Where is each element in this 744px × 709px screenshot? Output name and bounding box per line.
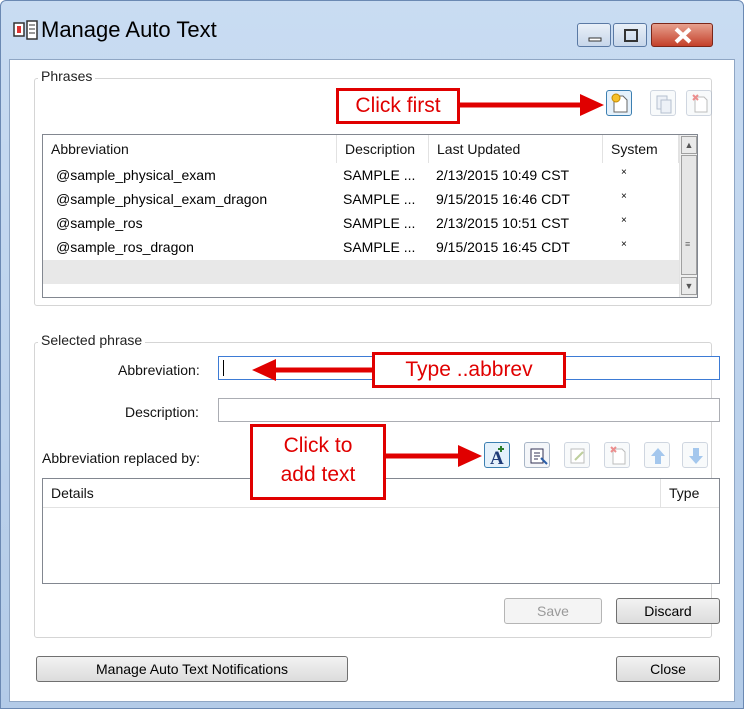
table-row[interactable]: @sample_physical_exam SAMPLE ... 2/13/20… [43, 164, 679, 188]
column-header-description[interactable]: Description [337, 135, 429, 163]
new-document-icon [611, 93, 628, 113]
minimize-button[interactable] [577, 23, 611, 47]
table-row-empty[interactable] [43, 260, 679, 284]
cell-system: × [621, 215, 627, 226]
cell-abbreviation: @sample_ros [56, 215, 143, 231]
discard-button[interactable]: Discard [616, 598, 720, 624]
cell-system: × [621, 167, 627, 178]
callout-click-to-add-text: Click to add text [250, 424, 386, 500]
chevron-up-icon: ▲ [684, 140, 694, 150]
vertical-scrollbar[interactable]: ▲ ≡ ▼ [679, 135, 697, 297]
table-row[interactable]: @sample_physical_exam_dragon SAMPLE ... … [43, 188, 679, 212]
phrases-group-label: Phrases [38, 68, 96, 84]
arrow-down-icon [689, 448, 703, 464]
delete-document-icon [692, 94, 708, 113]
add-field-icon [530, 448, 548, 465]
new-phrase-button[interactable] [606, 90, 632, 116]
close-button[interactable]: Close [616, 656, 720, 682]
callout-click-first: Click first [336, 88, 460, 124]
scroll-up-button[interactable]: ▲ [681, 136, 697, 154]
delete-item-button[interactable] [604, 442, 630, 468]
app-icon [13, 20, 38, 40]
cell-last-updated: 2/13/2015 10:49 CST [436, 167, 570, 183]
abbreviation-label: Abbreviation: [118, 362, 200, 378]
column-header-system[interactable]: System [603, 135, 679, 163]
cell-system: × [621, 239, 627, 250]
title-bar[interactable]: Manage Auto Text [1, 1, 743, 63]
edit-icon [570, 448, 585, 464]
dialog-body: Phrases Abbreviation Description Last Up… [9, 59, 735, 702]
column-header-type[interactable]: Type [661, 479, 719, 507]
table-row[interactable]: @sample_ros_dragon SAMPLE ... 9/15/2015 … [43, 236, 679, 260]
cell-abbreviation: @sample_physical_exam [56, 167, 216, 183]
column-header-abbreviation[interactable]: Abbreviation [43, 135, 337, 163]
cell-abbreviation: @sample_ros_dragon [56, 239, 194, 255]
replaced-by-label: Abbreviation replaced by: [42, 450, 200, 466]
manage-auto-text-window: Manage Auto Text Phrases Abbreviation De… [0, 0, 744, 709]
scrollbar-thumb[interactable]: ≡ [681, 155, 697, 275]
maximize-button[interactable] [613, 23, 647, 47]
cell-description: SAMPLE ... [343, 167, 416, 183]
grip-icon: ≡ [685, 239, 691, 249]
maximize-icon [624, 29, 638, 42]
chevron-down-icon: ▼ [684, 281, 694, 291]
cell-abbreviation: @sample_physical_exam_dragon [56, 191, 268, 207]
phrases-table[interactable]: Abbreviation Description Last Updated Sy… [42, 134, 698, 298]
callout-type-abbrev: Type ..abbrev [372, 352, 566, 388]
cell-description: SAMPLE ... [343, 191, 416, 207]
add-text-button[interactable]: A [484, 442, 510, 469]
callout-text-line1: Click to [283, 434, 353, 457]
arrow-up-icon [651, 448, 665, 464]
cell-description: SAMPLE ... [343, 215, 416, 231]
copy-icon [656, 95, 672, 114]
cell-last-updated: 9/15/2015 16:46 CDT [436, 191, 570, 207]
move-up-button[interactable] [644, 442, 670, 468]
save-button[interactable]: Save [504, 598, 602, 624]
move-down-button[interactable] [682, 442, 708, 468]
close-window-button[interactable] [651, 23, 713, 47]
table-row[interactable]: @sample_ros SAMPLE ... 2/13/2015 10:51 C… [43, 212, 679, 236]
callout-text-line2: add text [280, 463, 356, 486]
description-label: Description: [125, 404, 199, 420]
copy-phrase-button[interactable] [650, 90, 676, 116]
cell-description: SAMPLE ... [343, 239, 416, 255]
cell-last-updated: 2/13/2015 10:51 CST [436, 215, 570, 231]
scroll-down-button[interactable]: ▼ [681, 277, 697, 295]
callout-text: Click first [355, 94, 441, 117]
window-title: Manage Auto Text [41, 17, 217, 42]
cell-last-updated: 9/15/2015 16:45 CDT [436, 239, 570, 255]
callout-text: Type ..abbrev [405, 358, 533, 381]
delete-document-icon [610, 446, 626, 465]
delete-phrase-button[interactable] [686, 90, 712, 116]
add-text-icon: A [490, 446, 504, 469]
description-field[interactable] [218, 398, 720, 422]
minimize-icon [588, 37, 602, 42]
header-underline [43, 507, 719, 508]
selected-phrase-group-label: Selected phrase [38, 332, 146, 348]
column-header-last-updated[interactable]: Last Updated [429, 135, 603, 163]
cell-system: × [621, 191, 627, 202]
close-icon [674, 27, 692, 44]
edit-item-button[interactable] [564, 442, 590, 468]
text-cursor [223, 360, 224, 376]
manage-notifications-button[interactable]: Manage Auto Text Notifications [36, 656, 348, 682]
add-field-button[interactable] [524, 442, 550, 468]
